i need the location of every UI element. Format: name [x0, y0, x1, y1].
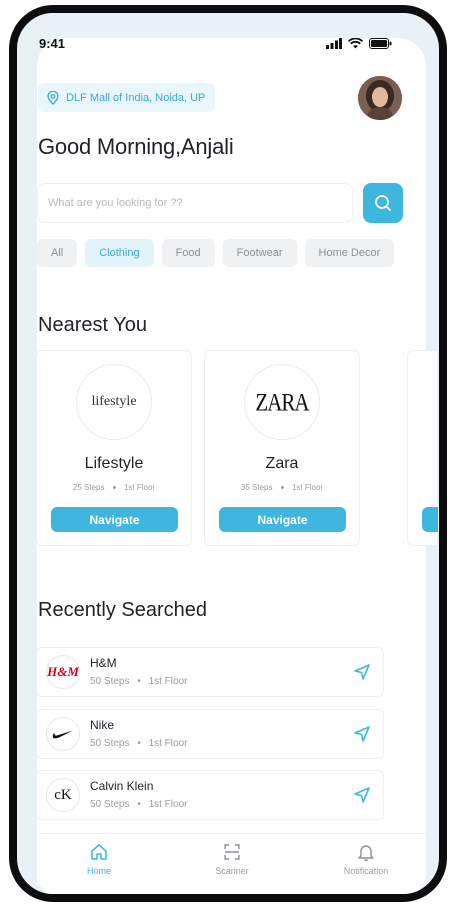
location-chip[interactable]: DLF Mall of India, Noida, UP — [38, 83, 216, 112]
navigation-arrow-icon[interactable] — [353, 725, 371, 743]
recent-item-hm[interactable]: H&M H&M 50 Steps • 1st Floor — [36, 647, 384, 697]
hm-logo: H&M — [46, 655, 80, 689]
chip-footwear[interactable]: Footwear — [222, 239, 297, 267]
nike-swoosh-icon — [52, 730, 73, 739]
wifi-icon — [348, 38, 363, 49]
user-avatar[interactable] — [358, 76, 402, 120]
store-name: Lifestyle — [84, 455, 144, 472]
calvin-klein-logo: cK — [46, 778, 80, 812]
navigate-button-lifestyle[interactable]: Navigate — [51, 507, 178, 532]
recent-meta: 50 Steps • 1st Floor — [90, 799, 188, 810]
avatar-image — [358, 76, 402, 120]
navigate-button-partial[interactable] — [422, 507, 438, 532]
search-input[interactable] — [37, 183, 353, 223]
home-icon — [91, 844, 107, 860]
location-pin-icon — [47, 90, 59, 105]
tab-scanner-label: Scanner — [215, 866, 249, 876]
status-icons — [326, 38, 392, 49]
lifestyle-logo: lifestyle — [76, 364, 152, 440]
recent-name: Calvin Klein — [90, 779, 154, 793]
status-bar: 9:41 — [37, 36, 392, 60]
store-card-lifestyle[interactable]: lifestyle Lifestyle 25 Steps 1st Floor N… — [36, 350, 192, 546]
recent-item-calvin-klein[interactable]: cK Calvin Klein 50 Steps • 1st Floor — [36, 770, 384, 820]
signal-icon — [326, 38, 342, 49]
recent-name: H&M — [90, 656, 117, 670]
tab-home[interactable]: Home — [59, 842, 139, 876]
chip-all[interactable]: All — [37, 239, 78, 267]
recent-title: Recently Searched — [38, 599, 207, 621]
bell-icon — [358, 845, 374, 862]
recent-meta: 50 Steps • 1st Floor — [90, 676, 188, 687]
status-time: 9:41 — [39, 36, 66, 51]
navigate-button-zara[interactable]: Navigate — [219, 507, 346, 532]
app-content: 9:41 DLF Mall of India, Noida, UP Good M… — [17, 13, 442, 893]
lifestyle-logo-text: lifestyle — [91, 394, 137, 409]
store-name: Zara — [265, 455, 299, 472]
tab-notification[interactable]: Notification — [326, 842, 406, 876]
chip-home-decor[interactable]: Home Decor — [304, 239, 395, 267]
zara-logo: ZARA — [244, 364, 320, 440]
store-meta: 25 Steps 1st Floor — [72, 483, 156, 492]
tab-notification-label: Notification — [343, 866, 389, 876]
recent-item-nike[interactable]: Nike 50 Steps • 1st Floor — [36, 709, 384, 759]
recent-meta: 50 Steps • 1st Floor — [90, 738, 188, 749]
search-icon — [375, 195, 391, 211]
navigation-arrow-icon[interactable] — [353, 786, 371, 804]
chip-clothing[interactable]: Clothing — [85, 239, 154, 267]
chip-food[interactable]: Food — [161, 239, 215, 267]
nearest-title: Nearest You — [38, 314, 147, 336]
bottom-tab-bar: Home Scanner Notification — [37, 833, 426, 884]
store-meta: 35 Steps 1st Floor — [240, 483, 324, 492]
greeting-title: Good Morning,Anjali — [38, 134, 234, 159]
search-button[interactable] — [363, 183, 403, 223]
recent-name: Nike — [90, 718, 115, 732]
scanner-icon — [224, 844, 240, 860]
store-card-partial[interactable] — [407, 350, 438, 546]
hm-logo-text: H&M — [47, 664, 79, 679]
zara-logo-text: ZARA — [255, 387, 309, 416]
navigation-arrow-icon[interactable] — [353, 663, 371, 681]
category-chips: All Clothing Food Footwear Home Decor — [37, 239, 395, 267]
ck-logo-text: cK — [54, 786, 72, 803]
tab-scanner[interactable]: Scanner — [192, 842, 272, 876]
battery-icon — [369, 38, 392, 49]
store-card-zara[interactable]: ZARA Zara 35 Steps 1st Floor Navigate — [204, 350, 360, 546]
location-label: DLF Mall of India, Noida, UP — [66, 91, 206, 104]
tab-home-label: Home — [86, 866, 111, 876]
nearest-store-list: lifestyle Lifestyle 25 Steps 1st Floor N… — [36, 350, 438, 550]
nike-logo — [46, 717, 80, 751]
